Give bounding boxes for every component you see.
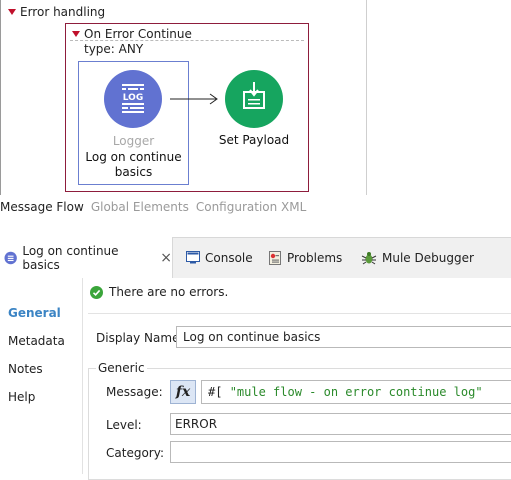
level-input[interactable] xyxy=(170,413,511,435)
message-label: Message: xyxy=(106,385,163,399)
collapse-triangle-icon[interactable] xyxy=(8,9,16,15)
scope-type-label: type: ANY xyxy=(84,42,144,56)
status-divider xyxy=(88,313,511,314)
tab-mule-debugger[interactable]: Mule Debugger xyxy=(361,237,474,278)
scope-title-label: On Error Continue xyxy=(84,27,192,41)
check-icon xyxy=(90,285,103,299)
validation-status: There are no errors. xyxy=(90,285,228,299)
logger-icon-text: LOG xyxy=(123,93,143,103)
display-name-input[interactable] xyxy=(176,326,511,348)
tab-problems[interactable]: Problems xyxy=(268,237,342,278)
logger-type-label: Logger xyxy=(112,134,155,148)
problems-icon xyxy=(269,250,281,265)
fx-expression-button[interactable]: fx xyxy=(170,380,196,404)
category-input[interactable] xyxy=(170,441,511,463)
nav-item-help[interactable]: Help xyxy=(8,390,35,404)
nav-item-notes[interactable]: Notes xyxy=(8,362,43,376)
expression-prefix: #[ xyxy=(208,385,230,399)
set-payload-icon xyxy=(243,82,265,109)
logger-node[interactable]: LOG xyxy=(104,70,162,128)
set-payload-node[interactable] xyxy=(225,70,283,128)
scope-collapse-icon[interactable] xyxy=(72,31,80,37)
tab-global-elements[interactable]: Global Elements xyxy=(91,200,189,214)
tab-configuration-xml[interactable]: Configuration XML xyxy=(196,200,306,214)
bug-icon xyxy=(361,251,377,264)
tab-message-flow[interactable]: Message Flow xyxy=(0,200,84,214)
console-tab-label: Console xyxy=(205,250,253,265)
console-icon xyxy=(186,251,200,264)
problems-tab-label: Problems xyxy=(287,250,343,265)
tab-log-on-continue-basics[interactable]: Log on continue basics × xyxy=(0,237,173,278)
editor-view-tabs: Message Flow Global Elements Configurati… xyxy=(0,200,313,214)
active-tab-label: Log on continue basics xyxy=(22,243,119,272)
scope-divider xyxy=(70,40,304,41)
close-icon[interactable]: × xyxy=(160,250,172,266)
properties-nav: General Metadata Notes Help xyxy=(0,278,83,474)
set-payload-label: Set Payload xyxy=(218,133,290,147)
display-name-label: Display Name: xyxy=(96,331,184,345)
message-expression-input[interactable]: #[ "mule flow - on error continue log" xyxy=(201,380,511,404)
scope-title[interactable]: On Error Continue xyxy=(72,27,192,41)
logger-tab-icon xyxy=(4,251,17,264)
logger-name-label: Log on continue basics xyxy=(85,150,182,179)
category-label: Category: xyxy=(106,446,164,460)
level-label: Level: xyxy=(106,418,142,432)
error-handling-header[interactable]: Error handling xyxy=(8,5,105,19)
logger-icon: LOG xyxy=(122,84,144,113)
error-handling-label: Error handling xyxy=(20,5,106,19)
status-text: There are no errors. xyxy=(109,285,229,299)
debugger-tab-label: Mule Debugger xyxy=(382,250,474,265)
nav-item-metadata[interactable]: Metadata xyxy=(8,334,65,348)
expression-string: "mule flow - on error continue log" xyxy=(229,385,483,399)
flow-arrow xyxy=(170,93,222,108)
tab-console[interactable]: Console xyxy=(186,237,253,278)
canvas-left-border xyxy=(0,0,1,195)
generic-group-label: Generic xyxy=(96,361,147,375)
nav-item-general[interactable]: General xyxy=(8,306,61,320)
canvas-divider xyxy=(366,0,367,195)
